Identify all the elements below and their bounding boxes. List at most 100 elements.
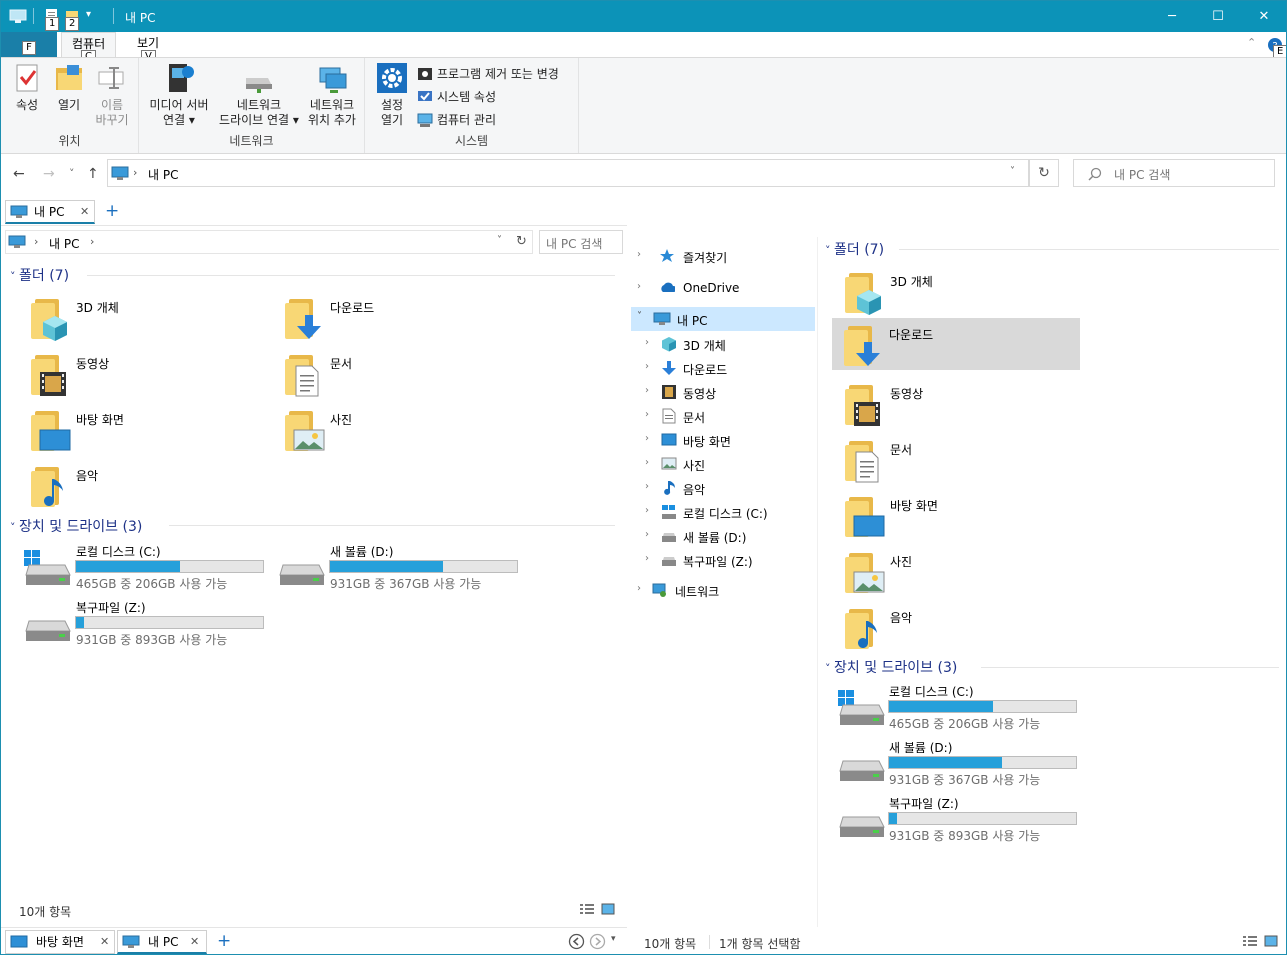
forward-circle-icon[interactable] bbox=[589, 933, 606, 950]
address-bar[interactable]: › 내 PC ˅ bbox=[107, 159, 1029, 187]
drive-tile[interactable]: 복구파일 (Z:) 931GB 중 893GB 사용 가능 bbox=[837, 795, 1087, 847]
computer-management-button[interactable]: 컴퓨터 관리 bbox=[417, 111, 496, 128]
folder-tile[interactable]: 3D 개체 bbox=[29, 291, 269, 343]
open-settings-button[interactable]: 설정 열기 bbox=[373, 62, 411, 128]
tree-item-onedrive[interactable]: › OneDrive bbox=[637, 281, 817, 297]
address-dropdown-icon[interactable]: ˅ bbox=[1010, 166, 1015, 177]
recent-locations-button[interactable]: ˅ bbox=[69, 167, 75, 180]
folder-tile[interactable]: 음악 bbox=[833, 601, 1081, 653]
address-dropdown-icon[interactable]: ˅ bbox=[497, 235, 502, 246]
folder-tile[interactable]: 바탕 화면 bbox=[29, 403, 269, 455]
tab-file[interactable]: F bbox=[1, 32, 57, 57]
drive-tile[interactable]: 새 볼륨 (D:) 931GB 중 367GB 사용 가능 bbox=[837, 739, 1087, 791]
folder-tile[interactable]: 문서 bbox=[283, 347, 523, 399]
map-network-drive-button[interactable]: 네트워크 드라이브 연결 ▾ bbox=[215, 62, 303, 128]
left-pane-search-box[interactable]: 내 PC 검색 bbox=[539, 230, 623, 254]
tab-close-icon[interactable]: ✕ bbox=[100, 931, 109, 953]
tab-close-icon[interactable]: ✕ bbox=[190, 931, 199, 953]
expand-chevron-icon[interactable]: › bbox=[645, 385, 649, 396]
properties-button[interactable]: 속성 bbox=[9, 62, 45, 113]
drive-tile[interactable]: 새 볼륨 (D:) 931GB 중 367GB 사용 가능 bbox=[277, 543, 527, 595]
details-view-icon[interactable] bbox=[579, 903, 595, 916]
tree-item[interactable]: › 다운로드 bbox=[645, 361, 815, 377]
left-pane-address-text[interactable]: 내 PC bbox=[49, 235, 79, 252]
breadcrumb-chevron-icon[interactable]: › bbox=[34, 235, 38, 248]
expand-chevron-icon[interactable]: › bbox=[645, 337, 649, 348]
tree-item-favorites[interactable]: › 즐겨찾기 bbox=[637, 249, 817, 265]
bottom-tab-desktop[interactable]: 바탕 화면 ✕ bbox=[5, 930, 115, 954]
tree-item[interactable]: › 문서 bbox=[645, 408, 815, 425]
folder-tile[interactable]: 다운로드 bbox=[283, 291, 523, 343]
expand-chevron-icon[interactable]: › bbox=[645, 553, 649, 564]
system-properties-button[interactable]: 시스템 속성 bbox=[417, 88, 496, 105]
tree-item[interactable]: › 동영상 bbox=[645, 385, 815, 401]
expand-chevron-icon[interactable]: › bbox=[637, 249, 641, 260]
add-tab-button[interactable]: + bbox=[105, 201, 119, 221]
folder-tile[interactable]: 바탕 화면 bbox=[833, 489, 1081, 541]
history-dropdown-icon[interactable]: ▾ bbox=[611, 934, 616, 944]
uninstall-program-button[interactable]: 프로그램 제거 또는 변경 bbox=[417, 65, 559, 82]
search-box[interactable]: 내 PC 검색 bbox=[1073, 159, 1275, 187]
address-text[interactable]: 내 PC bbox=[148, 166, 178, 183]
drive-tile[interactable]: 복구파일 (Z:) 931GB 중 893GB 사용 가능 bbox=[23, 599, 273, 651]
breadcrumb-chevron-icon[interactable]: › bbox=[90, 235, 94, 248]
folders-section-header[interactable]: ˅ 폴더 (7) bbox=[10, 265, 69, 285]
left-pane-address-bar[interactable]: › 내 PC › ˅ ↻ bbox=[5, 230, 533, 254]
folder-tile[interactable]: 음악 bbox=[29, 459, 269, 511]
expand-chevron-icon[interactable]: › bbox=[645, 457, 649, 468]
folder-tile[interactable]: 문서 bbox=[833, 433, 1081, 485]
expand-chevron-icon[interactable]: › bbox=[645, 409, 649, 420]
folder-tile[interactable]: 사진 bbox=[833, 545, 1081, 597]
bottom-tab-thispc[interactable]: 내 PC ✕ bbox=[117, 930, 207, 954]
open-button[interactable]: 열기 bbox=[51, 62, 87, 113]
close-button[interactable]: ✕ bbox=[1241, 1, 1286, 32]
drive-tile[interactable]: 로컬 디스크 (C:) 465GB 중 206GB 사용 가능 bbox=[23, 543, 273, 595]
expand-chevron-icon[interactable]: › bbox=[645, 361, 649, 372]
refresh-button[interactable]: ↻ bbox=[1029, 159, 1059, 187]
breadcrumb-chevron-icon[interactable]: › bbox=[133, 166, 137, 179]
collapse-chevron-icon[interactable]: ˅ bbox=[637, 311, 642, 322]
refresh-icon[interactable]: ↻ bbox=[516, 234, 527, 249]
tree-item-network[interactable]: › 네트워크 bbox=[637, 583, 817, 599]
back-button[interactable]: ← bbox=[13, 166, 25, 182]
back-circle-icon[interactable] bbox=[568, 933, 585, 950]
devices-section-header[interactable]: ˅ 장치 및 드라이브 (3) bbox=[10, 516, 142, 536]
drive-tile[interactable]: 로컬 디스크 (C:) 465GB 중 206GB 사용 가능 bbox=[837, 683, 1087, 735]
rename-button[interactable]: 이름 바꾸기 bbox=[91, 62, 133, 128]
tree-item[interactable]: › 새 볼륨 (D:) bbox=[645, 529, 815, 545]
folder-tile[interactable]: 동영상 bbox=[29, 347, 269, 399]
left-pane-tab-thispc[interactable]: 내 PC ✕ bbox=[5, 200, 95, 224]
folders-section-header[interactable]: ˅ 폴더 (7) bbox=[825, 239, 884, 259]
expand-chevron-icon[interactable]: › bbox=[637, 281, 641, 292]
folder-tile[interactable]: 동영상 bbox=[833, 377, 1081, 429]
collapse-ribbon-icon[interactable]: ⌃ bbox=[1247, 36, 1256, 49]
tree-item[interactable]: › 사진 bbox=[645, 457, 815, 473]
folder-tile[interactable]: 3D 개체 bbox=[833, 265, 1081, 317]
devices-section-header[interactable]: ˅ 장치 및 드라이브 (3) bbox=[825, 657, 957, 677]
folder-tile[interactable]: 다운로드 bbox=[832, 318, 1080, 370]
add-tab-button[interactable]: + bbox=[217, 931, 231, 951]
expand-chevron-icon[interactable]: › bbox=[645, 481, 649, 492]
large-icons-view-icon[interactable] bbox=[1264, 935, 1278, 948]
tree-item[interactable]: › 음악 bbox=[645, 481, 815, 497]
expand-chevron-icon[interactable]: › bbox=[645, 433, 649, 444]
add-network-location-button[interactable]: 네트워크 위치 추가 bbox=[303, 62, 361, 128]
tree-item[interactable]: › 로컬 디스크 (C:) bbox=[645, 505, 815, 521]
media-server-button[interactable]: 미디어 서버 연결 ▾ bbox=[145, 62, 213, 128]
maximize-button[interactable]: ☐ bbox=[1195, 1, 1241, 32]
tree-item[interactable]: › 바탕 화면 bbox=[645, 433, 815, 449]
forward-button[interactable]: → bbox=[43, 166, 55, 182]
details-view-icon[interactable] bbox=[1242, 935, 1258, 948]
up-button[interactable]: ↑ bbox=[87, 166, 99, 182]
expand-chevron-icon[interactable]: › bbox=[645, 505, 649, 516]
minimize-button[interactable]: ─ bbox=[1149, 1, 1195, 32]
expand-chevron-icon[interactable]: › bbox=[637, 583, 641, 594]
large-icons-view-icon[interactable] bbox=[601, 903, 615, 916]
tree-item[interactable]: › 3D 개체 bbox=[645, 337, 815, 353]
tree-item[interactable]: › 복구파일 (Z:) bbox=[645, 553, 815, 569]
title-bar[interactable]: ▾ 내 PC 1 2 ─ ☐ ✕ bbox=[1, 1, 1286, 32]
folder-tile[interactable]: 사진 bbox=[283, 403, 523, 455]
expand-chevron-icon[interactable]: › bbox=[645, 529, 649, 540]
tab-close-icon[interactable]: ✕ bbox=[80, 201, 89, 223]
customize-quick-access-icon[interactable]: ▾ bbox=[86, 9, 91, 20]
